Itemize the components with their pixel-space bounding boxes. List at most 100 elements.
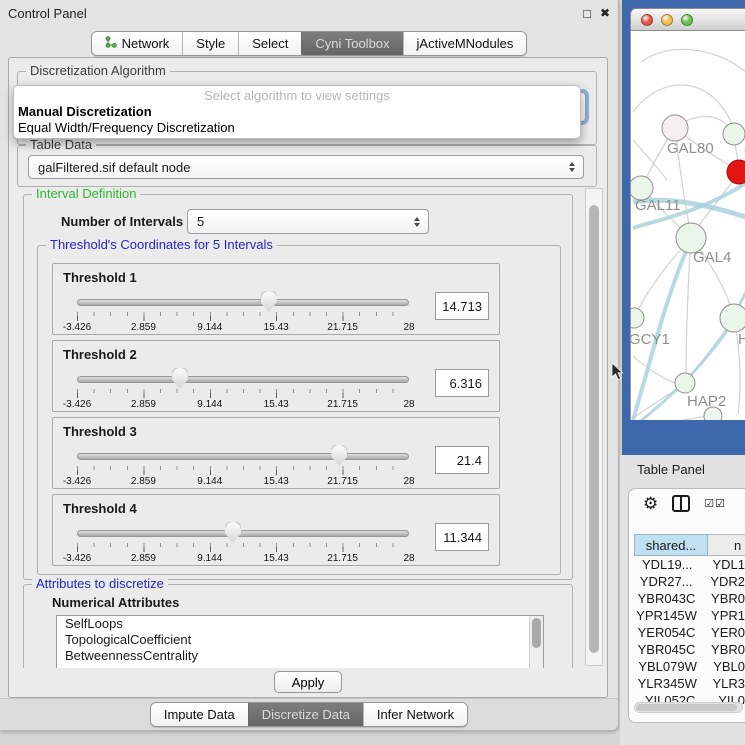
column-header-shared[interactable]: shared... bbox=[634, 534, 708, 556]
table-row[interactable]: YBL079WYBL0 bbox=[634, 658, 745, 675]
network-node[interactable] bbox=[720, 304, 745, 332]
network-titlebar[interactable] bbox=[630, 8, 745, 31]
threshold-2-value[interactable]: 6.316 bbox=[435, 369, 489, 397]
threshold-4-value[interactable]: 11.344 bbox=[435, 523, 489, 551]
network-node[interactable] bbox=[704, 407, 722, 420]
network-node[interactable] bbox=[727, 160, 745, 184]
slider-track[interactable] bbox=[77, 299, 409, 306]
threshold-2-slider[interactable]: -3.4262.8599.14415.4321.71528 bbox=[77, 367, 409, 409]
table-cell[interactable]: YBR0 bbox=[699, 642, 745, 657]
list-scrollbar[interactable] bbox=[529, 616, 543, 668]
threshold-3-slider[interactable]: -3.4262.8599.14415.4321.71528 bbox=[77, 444, 409, 486]
node-label: GCY1 bbox=[631, 331, 670, 348]
table-cell[interactable]: YLR345W bbox=[634, 676, 700, 691]
popup-item-manual[interactable]: Manual Discretization bbox=[14, 104, 580, 120]
network-edge[interactable] bbox=[633, 356, 677, 384]
slider-handle[interactable] bbox=[172, 368, 188, 389]
threshold-coordinates-group: Threshold's Coordinates for 5 Intervals … bbox=[37, 245, 561, 575]
tab-jactivemnodules[interactable]: jActiveMNodules bbox=[403, 32, 527, 55]
network-node[interactable] bbox=[675, 373, 695, 393]
table-cell[interactable]: YBL0 bbox=[701, 659, 745, 674]
table-horizontal-scrollbar-thumb[interactable] bbox=[636, 704, 737, 711]
table-cell[interactable]: YBR043C bbox=[634, 591, 699, 606]
table-row[interactable]: YDR27...YDR2 bbox=[634, 573, 745, 590]
table-cell[interactable]: YDR2 bbox=[698, 574, 745, 589]
slider-handle[interactable] bbox=[261, 291, 277, 312]
slider-track[interactable] bbox=[77, 530, 409, 537]
network-canvas[interactable]: GAL80GACGAL11GAL4GCY1HHAP2 bbox=[630, 31, 745, 420]
threshold-3-value[interactable]: 21.4 bbox=[435, 446, 489, 474]
settings-scrollbar-thumb[interactable] bbox=[589, 205, 599, 653]
number-of-intervals-combobox[interactable]: 5 bbox=[187, 209, 429, 234]
network-edge[interactable] bbox=[686, 238, 691, 378]
table-data-combobox[interactable]: galFiltered.sif default node bbox=[28, 155, 584, 179]
tick-label: 9.144 bbox=[197, 553, 222, 564]
table-row[interactable]: YDL19...YDL1 bbox=[634, 556, 745, 573]
threshold-4-label: Threshold 4 bbox=[63, 501, 137, 516]
network-edge[interactable] bbox=[641, 49, 745, 72]
checkbox-icons[interactable]: ☑☑ bbox=[704, 497, 726, 510]
table-row[interactable]: YBR043CYBR0 bbox=[634, 590, 745, 607]
gear-icon[interactable]: ⚙ bbox=[643, 495, 658, 512]
table-cell[interactable]: YPR145W bbox=[634, 608, 699, 623]
threshold-1-slider[interactable]: -3.4262.8599.14415.4321.71528 bbox=[77, 290, 409, 332]
network-node[interactable] bbox=[631, 308, 644, 328]
tick-label: 15.43 bbox=[264, 322, 289, 333]
tab-impute-data[interactable]: Impute Data bbox=[151, 703, 248, 726]
threshold-1-value[interactable]: 14.713 bbox=[435, 292, 489, 320]
threshold-4-slider[interactable]: -3.4262.8599.14415.4321.71528 bbox=[77, 521, 409, 563]
popup-item-equal-width[interactable]: Equal Width/Frequency Discretization bbox=[14, 120, 580, 136]
threshold-panel-1: Threshold 1 -3.4262.8599.14415.4321.7152… bbox=[52, 263, 500, 335]
tick-label: 2.859 bbox=[131, 476, 156, 487]
tab-cyni-toolbox[interactable]: Cyni Toolbox bbox=[301, 32, 402, 55]
attribute-item[interactable]: BetweennessCentrality bbox=[57, 648, 543, 664]
tab-discretize-data[interactable]: Discretize Data bbox=[248, 703, 363, 726]
tab-infer-network[interactable]: Infer Network bbox=[363, 703, 467, 726]
attribute-item[interactable]: SelfLoops bbox=[57, 616, 543, 632]
tick-label: 28 bbox=[403, 322, 414, 333]
table-cell[interactable]: YER0 bbox=[699, 625, 745, 640]
table-row[interactable]: YLR345WYLR3 bbox=[634, 675, 745, 692]
tick-label: 15.43 bbox=[264, 553, 289, 564]
zoom-traffic-light-icon[interactable] bbox=[681, 14, 693, 26]
minimize-traffic-light-icon[interactable] bbox=[661, 14, 673, 26]
tick-label: 9.144 bbox=[197, 322, 222, 333]
attribute-item[interactable]: TopologicalCoefficient bbox=[57, 632, 543, 648]
table-cell[interactable]: YDL19... bbox=[634, 557, 700, 572]
table-row[interactable]: YBR045CYBR0 bbox=[634, 641, 745, 658]
network-edge[interactable] bbox=[633, 140, 667, 180]
table-cell[interactable]: YBR0 bbox=[699, 591, 745, 606]
table-row[interactable]: YPR145WYPR1 bbox=[634, 607, 745, 624]
slider-track[interactable] bbox=[77, 376, 409, 383]
network-node[interactable] bbox=[662, 115, 688, 141]
slider-handle[interactable] bbox=[331, 445, 347, 466]
algorithm-group-title: Discretization Algorithm bbox=[26, 64, 170, 78]
close-traffic-light-icon[interactable] bbox=[641, 14, 653, 26]
numerical-attributes-list[interactable]: SelfLoopsTopologicalCoefficientBetweenne… bbox=[56, 615, 544, 668]
table-cell[interactable]: YPR1 bbox=[699, 608, 745, 623]
close-icon[interactable]: ✖ bbox=[600, 7, 610, 19]
settings-scrollbar[interactable] bbox=[585, 188, 603, 666]
split-pane-icon[interactable] bbox=[672, 495, 690, 512]
network-node[interactable] bbox=[723, 123, 745, 145]
table-horizontal-scrollbar[interactable] bbox=[634, 702, 743, 713]
table-cell[interactable]: YBL079W bbox=[634, 659, 701, 674]
slider-handle[interactable] bbox=[225, 522, 241, 543]
table-cell[interactable]: YDL1 bbox=[700, 557, 745, 572]
control-panel-titlebar[interactable]: Control Panel □ ✖ bbox=[0, 0, 618, 26]
float-window-icon[interactable]: □ bbox=[583, 7, 591, 20]
column-header-name[interactable]: n bbox=[708, 534, 745, 556]
table-cell[interactable]: YER054C bbox=[634, 625, 699, 640]
table-cell[interactable]: YLR3 bbox=[700, 676, 745, 691]
table-cell[interactable]: YBR045C bbox=[634, 642, 699, 657]
table-cell[interactable]: YDR27... bbox=[634, 574, 698, 589]
tab-style[interactable]: Style bbox=[182, 32, 238, 55]
table-row[interactable]: YER054CYER0 bbox=[634, 624, 745, 641]
list-scrollbar-thumb[interactable] bbox=[532, 618, 541, 648]
tab-select[interactable]: Select bbox=[238, 32, 301, 55]
tab-network[interactable]: Network bbox=[92, 32, 183, 55]
slider-track[interactable] bbox=[77, 453, 409, 460]
threshold-2-label: Threshold 2 bbox=[63, 347, 137, 362]
tick-label: -3.426 bbox=[63, 553, 91, 564]
apply-button[interactable]: Apply bbox=[274, 671, 342, 693]
